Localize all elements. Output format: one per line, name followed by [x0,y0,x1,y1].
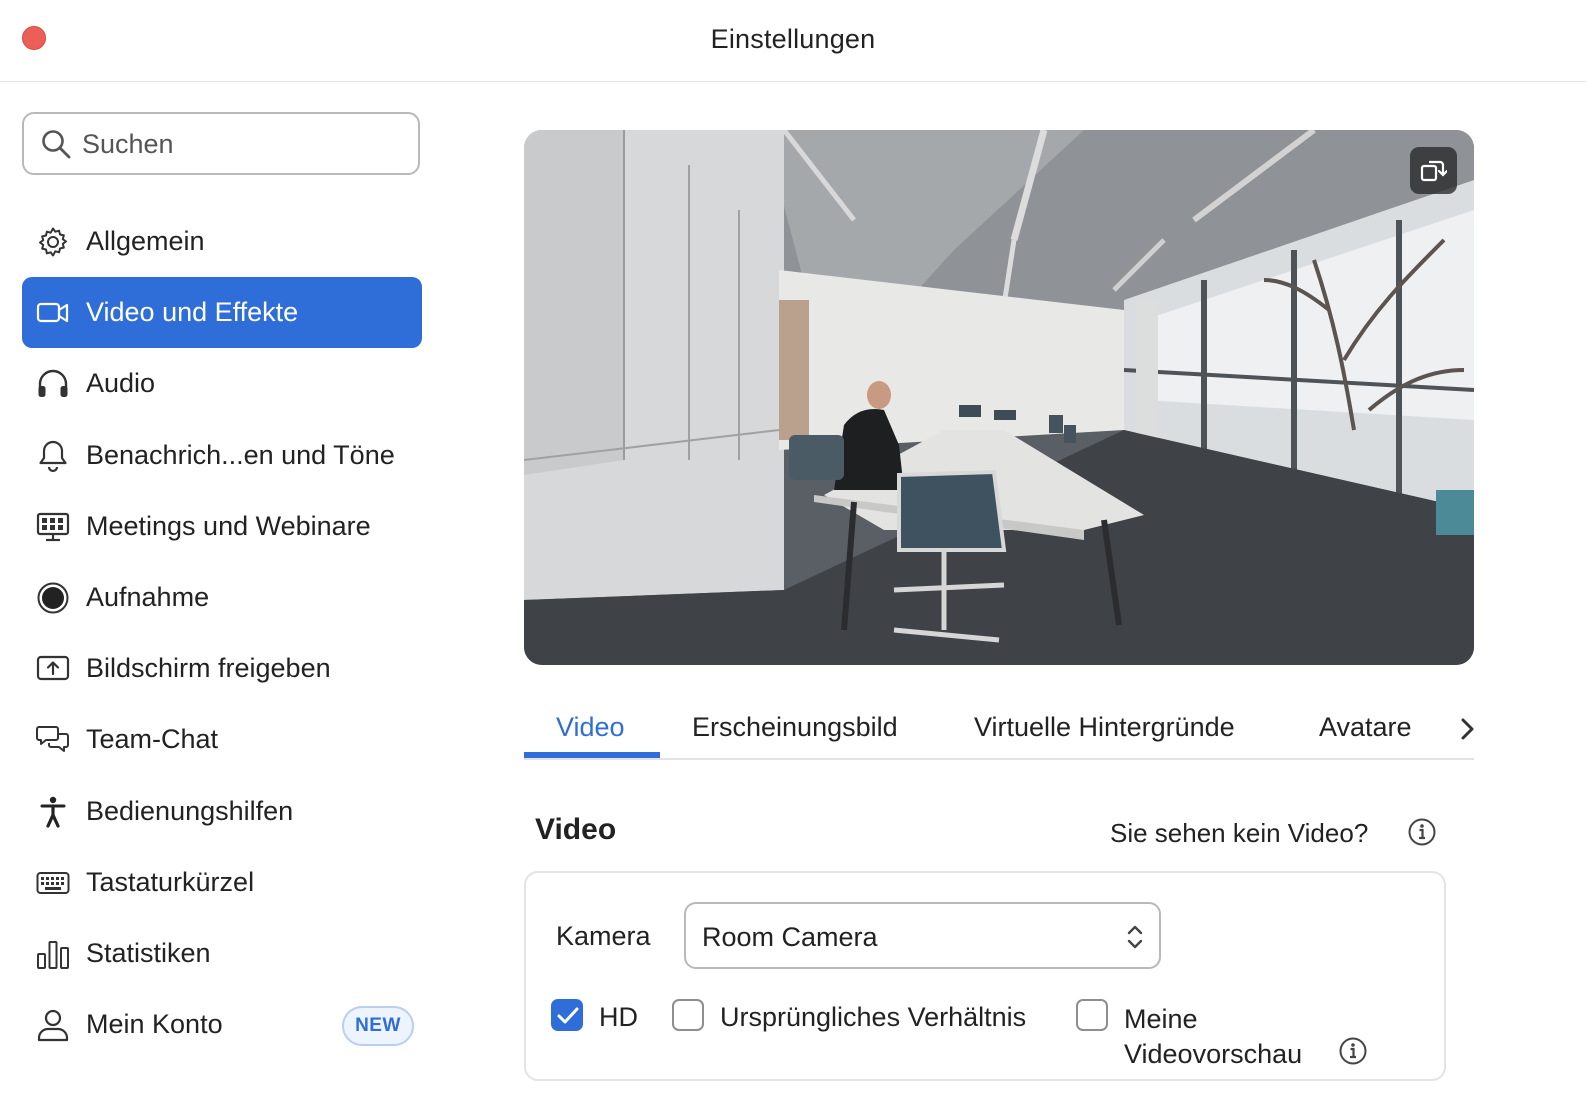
sidebar-item-accessibility[interactable]: Bedienungshilfen [22,776,422,847]
bar-chart-icon [37,940,69,969]
video-camera-icon [36,303,69,323]
share-screen-icon [36,656,70,681]
tab-video[interactable]: Video [556,712,625,743]
sidebar-item-team-chat[interactable]: Team-Chat [22,704,422,775]
sidebar-item-label: Aufnahme [86,581,210,612]
hd-label: HD [599,1002,638,1032]
sidebar-item-shortcuts[interactable]: Tastaturkürzel [22,847,422,918]
search-icon [42,130,71,159]
title-bar: Einstellungen [0,0,1586,82]
no-video-help-link[interactable]: Sie sehen kein Video? [1110,818,1368,849]
sidebar-item-label: Meetings und Webinare [86,510,371,541]
sidebar-item-video[interactable]: Video und Effekte [22,277,422,349]
sidebar-item-allgemein[interactable]: Allgemein [22,206,422,277]
search-input[interactable] [82,122,402,166]
rotate-camera-button[interactable] [1410,147,1457,194]
rotate-camera-icon [1420,160,1447,182]
record-icon [37,582,69,614]
select-arrows-icon [1127,925,1143,949]
meeting-board-icon [36,512,70,541]
sidebar-item-label: Team-Chat [86,724,219,755]
original-ratio-checkbox[interactable] [672,999,704,1031]
my-video-preview-label: Meine Videovorschau [1124,1004,1303,1069]
sidebar-item-label: Bedienungshilfen [86,795,294,826]
info-icon[interactable] [1338,1036,1368,1066]
camera-preview [524,130,1474,665]
window-title: Einstellungen [710,24,876,54]
sidebar-nav: Allgemein Video und Effekte Audio Benach… [22,206,422,1060]
section-title: Video [535,813,617,846]
sidebar-item-label: Tastaturkürzel [86,866,255,897]
checkmark-icon [557,1007,579,1024]
headphones-icon [38,370,68,398]
settings-tabs: Video Erscheinungsbild Virtuelle Hinterg… [524,700,1474,760]
sidebar-item-label: Video und Effekte [86,297,299,328]
sidebar-item-label: Statistiken [86,937,211,968]
chevron-right-icon[interactable] [1458,716,1478,742]
conference-room-image [524,130,1474,665]
sidebar-item-account[interactable]: Mein Konto NEW [22,989,422,1060]
active-tab-indicator [524,752,660,758]
hd-checkbox[interactable] [551,999,583,1031]
sidebar-item-label: Allgemein [86,226,205,256]
sidebar-item-statistics[interactable]: Statistiken [22,918,422,989]
tab-appearance[interactable]: Erscheinungsbild [692,712,898,743]
sidebar-item-label: Audio [86,368,156,399]
camera-label: Kamera [556,921,651,951]
gear-icon [39,227,67,257]
camera-select[interactable]: Room Camera [684,902,1161,969]
sidebar-item-meetings[interactable]: Meetings und Webinare [22,491,422,562]
sidebar-item-label: Benachrich...en und Töne [86,439,395,470]
sidebar-item-label: Bildschirm freigeben [86,653,331,684]
keyboard-icon [36,871,70,894]
bell-icon [39,440,67,472]
user-icon [37,1009,69,1042]
tab-virtual-backgrounds[interactable]: Virtuelle Hintergründe [974,712,1235,743]
tab-avatars[interactable]: Avatare [1319,712,1412,743]
sidebar-item-recording[interactable]: Aufnahme [22,562,422,633]
new-badge: NEW [342,1006,414,1047]
sidebar-item-share-screen[interactable]: Bildschirm freigeben [22,633,422,704]
info-icon[interactable] [1407,817,1437,847]
sidebar-item-audio[interactable]: Audio [22,348,422,419]
chat-bubbles-icon [36,726,69,753]
search-box[interactable] [22,112,420,175]
sidebar-item-notifications[interactable]: Benachrich...en und Töne [22,420,422,491]
accessibility-icon [40,796,66,828]
sidebar-item-label: Mein Konto [86,1009,223,1040]
original-ratio-label: Ursprüngliches Verhältnis [720,1002,1027,1032]
my-video-preview-checkbox[interactable] [1076,999,1108,1031]
camera-select-value: Room Camera [702,922,878,952]
